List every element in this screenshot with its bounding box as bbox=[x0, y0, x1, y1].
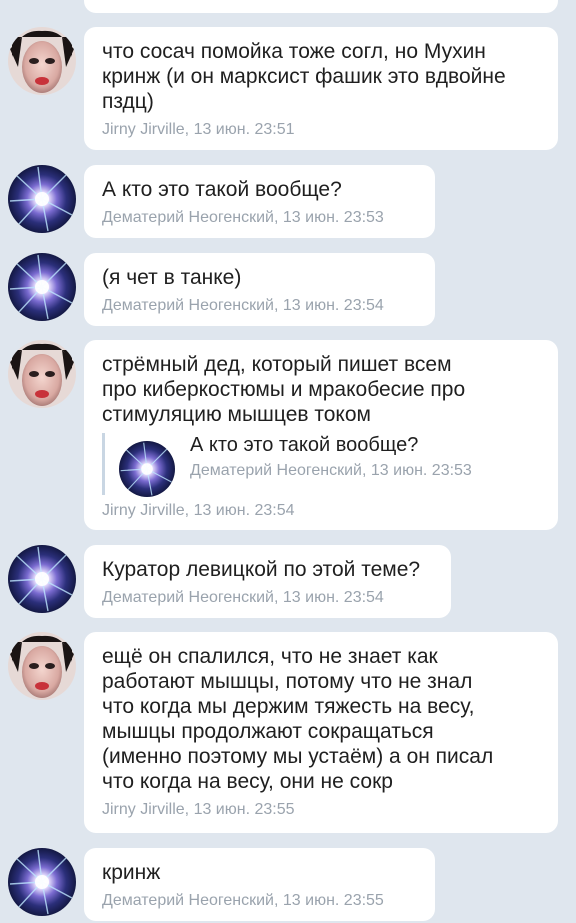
message-meta[interactable]: Jirny Jirville, 13 июн. 23:55 bbox=[102, 800, 540, 820]
message-text: кринж bbox=[102, 861, 161, 884]
message-meta[interactable]: Дематерий Неогенский, 13 июн. 23:54 bbox=[102, 296, 417, 316]
avatar-jirny[interactable] bbox=[8, 27, 76, 95]
previous-message-bubble bbox=[84, 0, 558, 13]
message-meta[interactable]: Дематерий Неогенский, 13 июн. 23:55 bbox=[102, 891, 417, 911]
message-bubble: Куратор левицкой по этой теме? Дематерий… bbox=[84, 545, 451, 618]
avatar-dem[interactable] bbox=[8, 253, 76, 321]
avatar-dem[interactable] bbox=[8, 848, 76, 916]
message-meta[interactable]: Дематерий Неогенский, 13 июн. 23:53 bbox=[102, 208, 417, 228]
message-text: Куратор левицкой по этой теме? bbox=[102, 558, 421, 581]
message-text: (я чет в танке) bbox=[102, 266, 242, 289]
message-text: ещё он спалился, что не знает как работа… bbox=[102, 645, 494, 793]
avatar-dem[interactable] bbox=[8, 545, 76, 613]
avatar-jirny[interactable] bbox=[8, 632, 76, 700]
reply-text: А кто это такой вообще? bbox=[190, 434, 419, 456]
reply-body: А кто это такой вообще? Дематерий Неоген… bbox=[190, 433, 472, 481]
message-bubble: кринж Дематерий Неогенский, 13 июн. 23:5… bbox=[84, 848, 435, 921]
message-text: А кто это такой вообще? bbox=[102, 178, 342, 201]
message-meta[interactable]: Дематерий Неогенский, 13 июн. 23:54 bbox=[102, 588, 433, 608]
message-text: что сосач помойка тоже согл, но Мухин кр… bbox=[102, 40, 506, 113]
message-meta[interactable]: Jirny Jirville, 13 июн. 23:54 bbox=[102, 501, 540, 521]
reply-avatar-dem bbox=[119, 441, 175, 497]
reply-quote[interactable]: А кто это такой вообще? Дематерий Неоген… bbox=[102, 433, 540, 497]
avatar-dem[interactable] bbox=[8, 165, 76, 233]
message-text: стрёмный дед, который пишет всем про киб… bbox=[102, 353, 466, 426]
message-bubble: (я чет в танке) Дематерий Неогенский, 13… bbox=[84, 253, 435, 326]
message-bubble: что сосач помойка тоже согл, но Мухин кр… bbox=[84, 27, 558, 150]
message-bubble: ещё он спалился, что не знает как работа… bbox=[84, 632, 558, 833]
message-bubble: А кто это такой вообще? Дематерий Неоген… bbox=[84, 165, 435, 238]
message-bubble: стрёмный дед, который пишет всем про киб… bbox=[84, 340, 558, 530]
message-meta[interactable]: Jirny Jirville, 13 июн. 23:51 bbox=[102, 120, 540, 140]
reply-meta: Дематерий Неогенский, 13 июн. 23:53 bbox=[190, 462, 472, 479]
avatar-jirny[interactable] bbox=[8, 340, 76, 408]
